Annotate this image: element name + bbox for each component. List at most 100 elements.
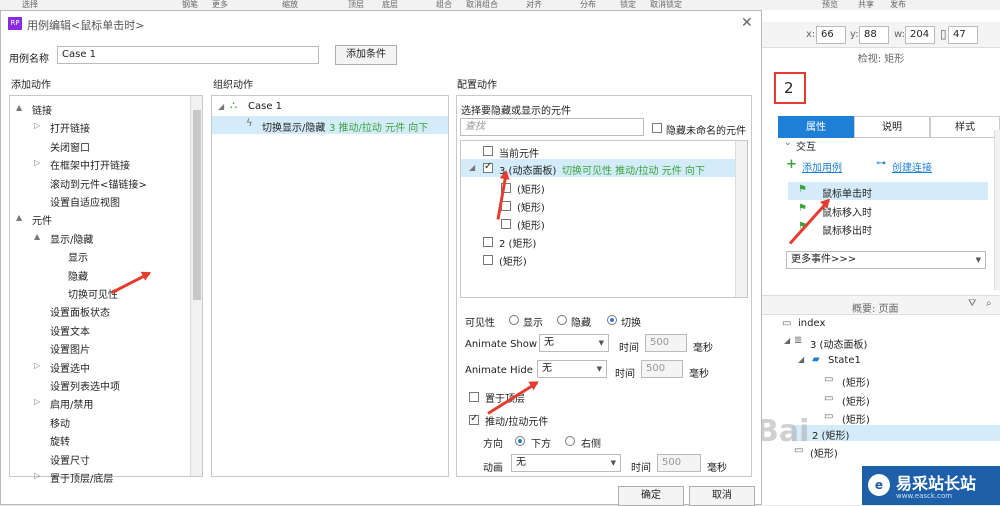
toolbar-lock[interactable]: 锁定 (620, 0, 636, 10)
action-item[interactable]: ▷ 置于顶层/底层 (10, 468, 188, 485)
expand-icon[interactable]: ◢ (798, 355, 804, 364)
ok-button[interactable]: 确定 (618, 486, 684, 506)
expand-icon[interactable]: ▷ (34, 121, 40, 130)
event-click-row[interactable]: ⚑ 鼠标单击时 (788, 182, 988, 200)
bring-front-checkbox[interactable] (469, 392, 479, 402)
case-name-input[interactable]: Case 1 (57, 46, 319, 64)
action-item[interactable]: 设置尺寸 (10, 450, 188, 467)
widget-scrollbar[interactable] (735, 141, 747, 297)
more-events-select[interactable]: 更多事件>>> (786, 251, 986, 269)
outline-rect[interactable]: (矩形) (842, 374, 870, 389)
toolbar-align[interactable]: 对齐 (526, 0, 542, 10)
current-widget-checkbox[interactable] (483, 146, 493, 156)
toolbar-zoom[interactable]: 缩放 (282, 0, 298, 10)
rect-checkbox[interactable] (483, 255, 493, 265)
toolbar-ungroup[interactable]: 取消组合 (466, 0, 498, 10)
outline-index[interactable]: index (798, 318, 825, 329)
outline-rect[interactable]: (矩形) (842, 411, 870, 426)
collapse-icon[interactable]: ▲ (16, 103, 22, 112)
toolbar-pen[interactable]: 钢笔 (182, 0, 198, 10)
toolbar-more[interactable]: 更多 (212, 0, 228, 10)
hide-time-input[interactable]: 500 (641, 360, 683, 378)
expand-icon[interactable]: ◢ (784, 336, 790, 345)
action-item[interactable]: 旋转 (10, 431, 188, 448)
action-item[interactable]: ▲ 显示/隐藏 (10, 229, 188, 246)
toolbar-group[interactable]: 组合 (436, 0, 452, 10)
action-item[interactable]: 设置图片 (10, 339, 188, 356)
outline-rect[interactable]: (矩形) (810, 445, 838, 460)
toolbar-publish[interactable]: 发布 (890, 0, 906, 10)
event-leave-row[interactable]: ⚑ 鼠标移出时 (788, 219, 988, 237)
expand-icon[interactable]: ◢ (469, 163, 475, 172)
action-item[interactable]: ▷ 打开链接 (10, 118, 188, 135)
x-input[interactable]: 66 (816, 26, 846, 44)
create-link[interactable]: 创建连接 (892, 159, 932, 174)
action-item[interactable]: 设置自适应视图 (10, 192, 188, 209)
action-item[interactable]: ▷ 在框架中打开链接 (10, 155, 188, 172)
y-input[interactable]: 88 (859, 26, 889, 44)
outline-state[interactable]: State1 (828, 355, 861, 366)
filter-icon[interactable]: ⛛ (968, 298, 976, 309)
toolbar-bottom[interactable]: 底层 (382, 0, 398, 10)
tab-notes[interactable]: 说明 (854, 116, 930, 138)
cancel-button[interactable]: 取消 (689, 486, 755, 506)
toolbar-top[interactable]: 顶层 (348, 0, 364, 10)
expand-icon[interactable]: ◢ (218, 102, 224, 111)
action-scrollbar[interactable] (190, 96, 202, 476)
action-item[interactable]: 滚动到元件<锚链接> (10, 174, 188, 191)
lock-ratio-icon[interactable]: ▯ (940, 27, 947, 41)
expand-icon[interactable]: ▷ (34, 471, 40, 480)
action-item[interactable]: 显示 (10, 247, 188, 264)
push-pull-checkbox[interactable] (469, 413, 479, 425)
animation-time-input[interactable]: 500 (657, 454, 701, 472)
tab-properties[interactable]: 属性 (778, 116, 854, 138)
outline-dp[interactable]: 3 (动态面板) (810, 336, 867, 351)
vis-hide-radio[interactable] (557, 315, 567, 325)
animate-hide-select[interactable]: 无 (537, 360, 607, 378)
case-label[interactable]: Case 1 (248, 101, 282, 112)
action-item[interactable]: ▲ 链接 (10, 100, 188, 117)
rect-checkbox[interactable] (501, 219, 511, 229)
expand-icon[interactable]: ▷ (34, 361, 40, 370)
toolbar-unlock[interactable]: 取消锁定 (650, 0, 682, 10)
action-item[interactable]: 移动 (10, 413, 188, 430)
outline-rect[interactable]: (矩形) (842, 393, 870, 408)
direction-right-radio[interactable] (565, 436, 575, 446)
close-icon[interactable]: ✕ (741, 15, 753, 31)
toolbar-distribute[interactable]: 分布 (580, 0, 596, 10)
scrollbar-thumb[interactable] (193, 110, 201, 300)
action-item[interactable]: ▷ 启用/禁用 (10, 394, 188, 411)
action-item[interactable]: 隐藏 (10, 266, 188, 283)
selected-action-row[interactable]: ϟ 切换显示/隐藏 3 推动/拉动 元件 向下 (212, 116, 448, 134)
tab-style[interactable]: 样式 (930, 116, 1000, 138)
show-time-input[interactable]: 500 (645, 334, 687, 352)
vis-show-radio[interactable] (509, 315, 519, 325)
action-item[interactable]: 关闭窗口 (10, 137, 188, 154)
action-item[interactable]: 设置文本 (10, 321, 188, 338)
toolbar-preview[interactable]: 预览 (822, 0, 838, 10)
w-input[interactable]: 204 (905, 26, 935, 44)
widget-search-input[interactable]: 查找 (460, 118, 644, 136)
action-item[interactable]: ▲ 元件 (10, 210, 188, 227)
action-item[interactable]: 切换可见性 (10, 284, 188, 301)
direction-down-radio[interactable] (515, 436, 525, 446)
animate-show-select[interactable]: 无 (539, 334, 609, 352)
action-item[interactable]: 设置列表选中项 (10, 376, 188, 393)
widget-name-input[interactable]: 2 (774, 72, 806, 104)
animation-select[interactable]: 无 (511, 454, 621, 472)
expand-icon[interactable]: ▷ (34, 397, 40, 406)
inspector-scrollbar[interactable] (994, 130, 1000, 290)
collapse-icon[interactable]: ▲ (16, 213, 22, 222)
toolbar-select[interactable]: 选择 (22, 0, 38, 10)
search-icon[interactable]: ⌕ (986, 298, 992, 309)
h-input[interactable]: 47 (948, 26, 978, 44)
collapse-icon[interactable]: ▲ (34, 232, 40, 241)
add-condition-button[interactable]: 添加条件 (335, 45, 397, 65)
outline-selected-row[interactable]: 2 (矩形) (792, 425, 1000, 442)
action-item[interactable]: ▷ 设置选中 (10, 358, 188, 375)
vis-toggle-radio[interactable] (607, 315, 617, 325)
expand-icon[interactable]: ▷ (34, 158, 40, 167)
add-case-link[interactable]: 添加用例 (802, 159, 842, 174)
action-item[interactable]: 设置面板状态 (10, 302, 188, 319)
toolbar-share[interactable]: 共享 (858, 0, 874, 10)
